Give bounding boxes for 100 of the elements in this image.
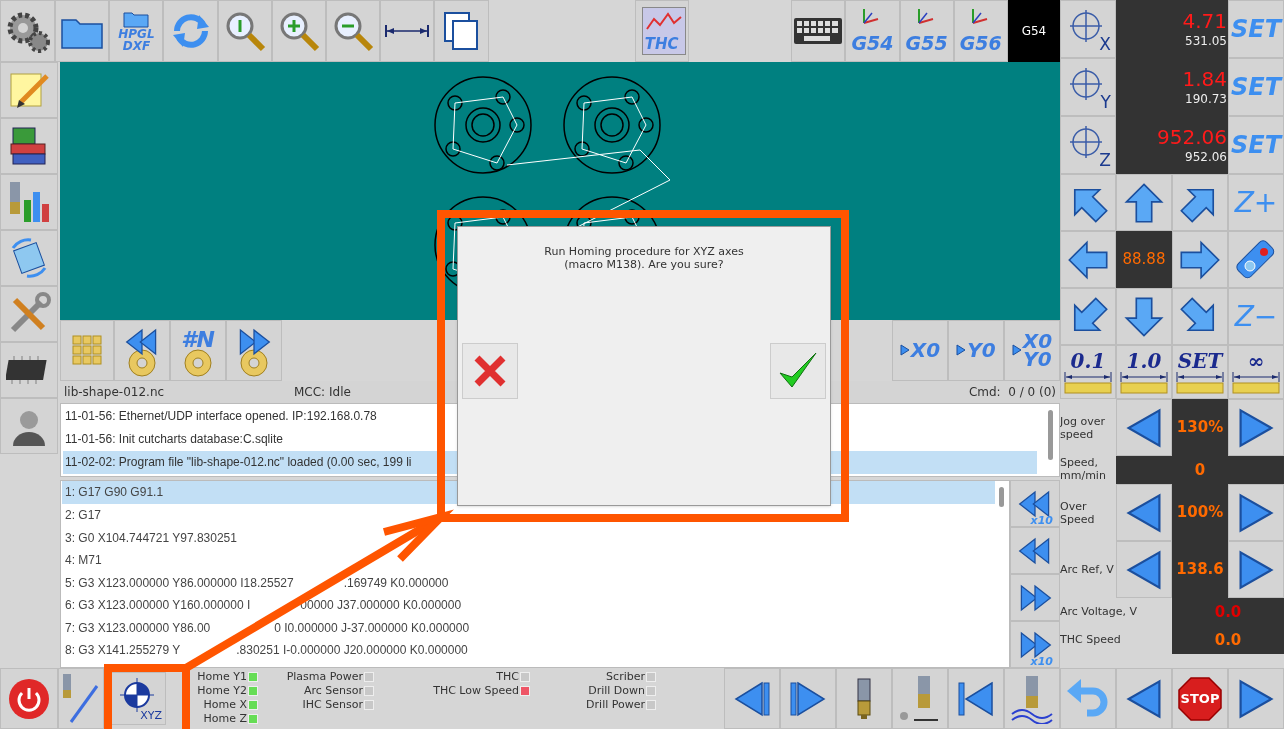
- control-label: Speed, mm/min: [1060, 456, 1107, 484]
- keyboard-icon: [794, 18, 843, 44]
- control-label: Over Speed: [1060, 499, 1096, 526]
- value-display: 100%: [1176, 502, 1224, 524]
- step-forward-button[interactable]: [1010, 574, 1060, 621]
- work-offset-button[interactable]: G54: [845, 0, 900, 62]
- indicator-label: Drill Down: [588, 684, 645, 698]
- next-part-button[interactable]: [226, 320, 282, 381]
- zoom-button[interactable]: [326, 0, 381, 62]
- zero-axis-button[interactable]: Y: [1060, 58, 1116, 116]
- cut-parameters-button[interactable]: [0, 174, 58, 230]
- zoom-button[interactable]: [217, 0, 272, 62]
- decrease-button[interactable]: [1116, 484, 1172, 541]
- work-offset-button[interactable]: G55: [899, 0, 954, 62]
- torch-sheet-button[interactable]: [1004, 668, 1060, 729]
- controller-status: MCC: Idle: [294, 383, 351, 401]
- settings-button[interactable]: [0, 0, 56, 62]
- home-button[interactable]: XYZ: [110, 672, 166, 725]
- keyboard-button[interactable]: [791, 0, 846, 62]
- work-coordinate: 4.71: [1182, 9, 1227, 33]
- decrease-button[interactable]: [1116, 541, 1172, 598]
- zero-axis-button[interactable]: Y0: [948, 320, 1004, 381]
- decrease-button[interactable]: [1116, 399, 1172, 456]
- machine-coordinate: 531.05: [1185, 33, 1227, 49]
- value-display: 130%: [1176, 417, 1224, 439]
- indicator-label: Home Z: [203, 712, 247, 726]
- open-file-button[interactable]: [55, 0, 110, 62]
- value-display: 0: [1194, 459, 1206, 481]
- program-code: 2: G17: [65, 506, 102, 524]
- jog-button[interactable]: [1060, 174, 1116, 231]
- next-button[interactable]: [1228, 668, 1284, 729]
- forward-button[interactable]: [780, 668, 836, 729]
- previous-part-button[interactable]: [114, 320, 170, 381]
- indicator-label: IHC Sensor: [302, 698, 363, 712]
- import-button[interactable]: HPGL DXF: [109, 0, 164, 62]
- remote-button[interactable]: [1228, 231, 1284, 288]
- cancel-button[interactable]: [462, 343, 518, 399]
- part-number-button[interactable]: #N: [170, 320, 226, 381]
- jog-button[interactable]: [1172, 288, 1228, 345]
- control-label: Jog over speed: [1060, 414, 1106, 441]
- grid-icon: [72, 335, 102, 366]
- increase-button[interactable]: [1228, 541, 1284, 598]
- zoom-button[interactable]: [271, 0, 326, 62]
- program-code: 7: G3 X123.000000 Y86.00: [65, 619, 211, 637]
- current-offset-display: G54: [1007, 0, 1061, 62]
- hardware-button[interactable]: [0, 342, 58, 398]
- jog-button[interactable]: [1172, 174, 1228, 231]
- program-line[interactable]: 3: G0 X104.744721 Y97.830251: [62, 526, 995, 549]
- value-display: 138.6: [1176, 559, 1224, 581]
- zero-axis-button[interactable]: X0 Y0: [1004, 320, 1060, 381]
- zero-axis-button[interactable]: Z: [1060, 116, 1116, 174]
- rotate-button[interactable]: [0, 230, 58, 286]
- indicator-label: Home Y1: [197, 670, 247, 684]
- control-label: Arc Ref, V: [1060, 563, 1115, 576]
- step-back-button[interactable]: [1010, 527, 1060, 574]
- jog-button[interactable]: [1116, 174, 1172, 231]
- ruler-icon: [1176, 372, 1224, 394]
- confirm-button[interactable]: [770, 343, 826, 399]
- torch-path-button[interactable]: [58, 668, 104, 729]
- play-triangle-icon: [899, 344, 910, 357]
- increase-button[interactable]: [1228, 484, 1284, 541]
- program-line[interactable]: 8: G3 X141.255279 Y .830251 I-0.000000 J20.000000 K0.000000: [62, 639, 995, 662]
- rewind-button[interactable]: [948, 668, 1004, 729]
- increase-button[interactable]: [1228, 399, 1284, 456]
- jog-button[interactable]: [1116, 288, 1172, 345]
- zero-axis-button[interactable]: X: [1060, 0, 1116, 58]
- jog-button[interactable]: [1060, 231, 1116, 288]
- copy-button[interactable]: [434, 0, 489, 62]
- ruler-icon: [1120, 372, 1168, 394]
- stop-sign-icon: [1177, 675, 1223, 722]
- machine-coordinate: 952.06: [1185, 149, 1227, 165]
- program-line[interactable]: 2: G17: [62, 503, 995, 527]
- torch-button[interactable]: [836, 668, 892, 729]
- previous-button[interactable]: [1116, 668, 1172, 729]
- jog-step-display: 88.88: [1116, 231, 1172, 288]
- library-button[interactable]: [0, 118, 58, 174]
- program-line[interactable]: 7: G3 X123.000000 Y86.00 0 I0.000000 J-37.000000 K0.000000: [62, 616, 995, 640]
- measure-button[interactable]: [380, 0, 435, 62]
- stop-button[interactable]: STOP: [1172, 668, 1228, 729]
- zero-axis-button[interactable]: X0: [892, 320, 948, 381]
- work-coordinate: 1.84: [1182, 67, 1227, 91]
- work-offset-button[interactable]: G56: [953, 0, 1008, 62]
- indicator-label: Home Y2: [197, 684, 247, 698]
- play-triangle-icon: [955, 344, 966, 357]
- user-button[interactable]: [0, 398, 58, 454]
- jog-step-button[interactable]: ∞: [1228, 345, 1284, 399]
- jog-step-button[interactable]: 1.0: [1116, 345, 1172, 399]
- jog-button[interactable]: [1060, 288, 1116, 345]
- jog-step-button[interactable]: 0.1: [1060, 345, 1116, 399]
- program-code: .830251 I-0.000000 J20.000000 K0.000000: [236, 642, 468, 660]
- program-code: 8: G3 X141.255279 Y: [65, 642, 181, 660]
- jog-step-button[interactable]: SET: [1172, 345, 1228, 399]
- program-line[interactable]: 4: M71: [62, 548, 995, 572]
- work-coordinate: 952.06: [1157, 125, 1227, 149]
- jog-button[interactable]: [1172, 231, 1228, 288]
- log-entry: 11-01-56: Init cutcharts database:C.sqlite: [65, 431, 283, 449]
- program-code: 1: G17 G90 G91.1: [65, 484, 164, 502]
- power-button[interactable]: [0, 668, 58, 729]
- reverse-button[interactable]: [724, 668, 780, 729]
- program-line[interactable]: 5: G3 X123.000000 Y86.000000 I18.25527 .169749 K0.000000: [62, 571, 995, 594]
